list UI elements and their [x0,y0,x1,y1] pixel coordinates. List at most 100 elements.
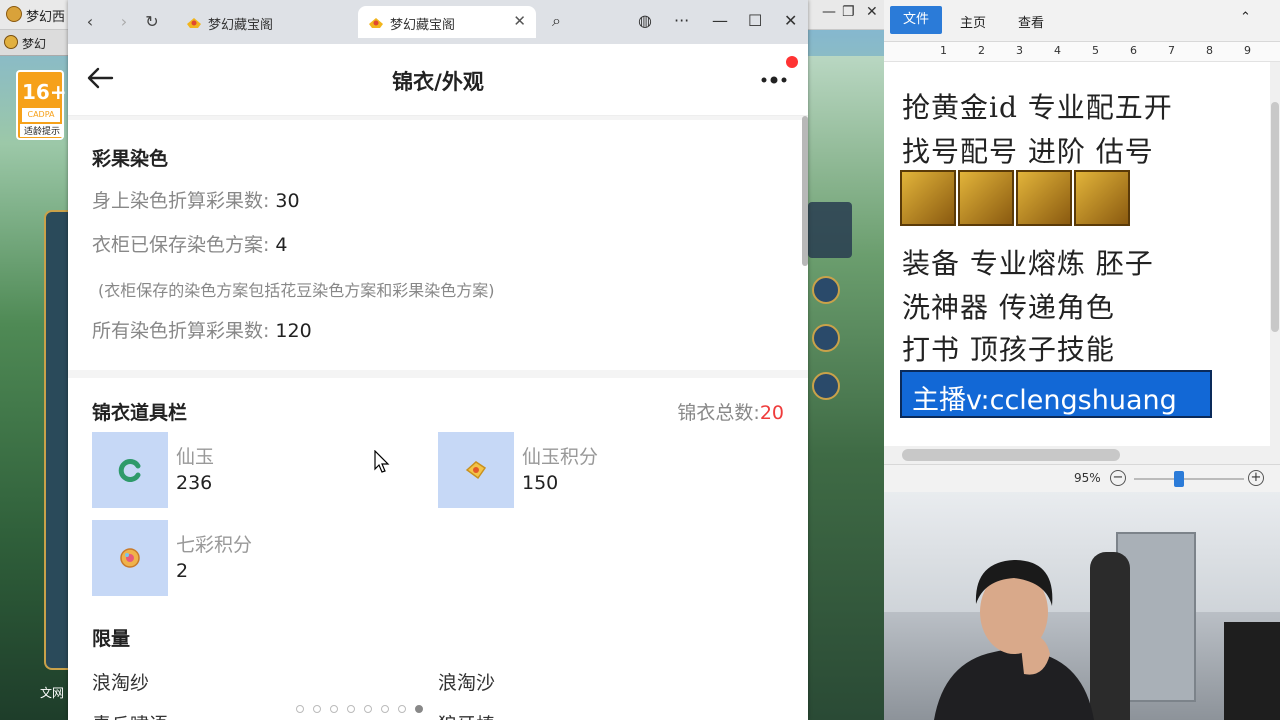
notification-dot [786,56,798,68]
browser-window: ‹ › ↻ 梦幻藏宝阁 梦幻藏宝阁 ✕ ⌕ ◍ ··· — ☐ ✕ 锦衣/外观 [68,0,808,720]
ribbon-tab-home[interactable]: 主页 [960,12,986,31]
game-floating-panel [808,202,852,258]
age-rating-tip: 适龄提示 [20,124,64,137]
game-side-button-3[interactable] [812,372,840,400]
limited-item[interactable]: 青丘啸语 [92,710,168,720]
forward-nav-icon[interactable]: › [114,12,134,31]
doc-line: 找号配号 进阶 估号 [902,135,1154,168]
game-side-panel [44,210,68,670]
ribbon-tab-view[interactable]: 查看 [1018,12,1044,31]
document-ruler: 1 2 3 4 5 6 7 8 9 [884,42,1280,62]
ruler-mark: 9 [1244,44,1251,57]
game-side-button-1[interactable] [812,276,840,304]
pager-dot[interactable] [364,705,372,713]
tab-cbg-1[interactable]: 梦幻藏宝阁 [176,6,352,38]
jade-icon [118,459,141,482]
doc-vertical-scrollbar[interactable] [1270,62,1280,446]
age-rating-badge: 16+ CADPA 适龄提示 [16,70,67,140]
pager-dot[interactable] [381,705,389,713]
prop-value: 2 [176,560,189,582]
pager-dot[interactable] [313,705,321,713]
seal-images [900,170,1132,228]
age-rating-org: CADPA [22,108,60,122]
prop-item[interactable]: 仙玉积分 150 [438,432,738,510]
scroll-thumb[interactable] [1271,102,1279,332]
dye-section: 彩果染色 身上染色折算彩果数: 30 衣柜已保存染色方案: 4 (衣柜保存的染色方案… [68,120,808,370]
search-icon[interactable]: ⌕ [552,11,561,31]
tab-cbg-2[interactable]: 梦幻藏宝阁 ✕ [358,6,536,38]
limited-item[interactable]: 狼牙棒 [438,710,495,720]
dye-total-row: 所有染色折算彩果数: 120 [92,316,312,343]
page-header: 锦衣/外观 [68,44,808,116]
page-scrollbar[interactable] [802,116,808,266]
carousel-pager [296,698,456,713]
back-nav-icon[interactable]: ‹ [80,12,100,31]
share-more-icon[interactable] [758,64,794,94]
pager-dot[interactable] [415,705,423,713]
ruler-mark: 3 [1016,44,1023,57]
age-rating-number: 16+ [22,80,67,104]
scroll-thumb[interactable] [902,449,1120,461]
ruler-mark: 7 [1168,44,1175,57]
game-tab-title: 梦幻 [22,37,47,51]
document-page[interactable]: 抢黄金id 专业配五开 找号配号 进阶 估号 装备 专业熔炼 胚子 洗神器 传递… [884,62,1270,446]
dye-saved-plans-row: 衣柜已保存染色方案: 4 [92,230,288,257]
minimize-button[interactable]: — [712,11,728,30]
doc-line: 装备 专业熔炼 胚子 [902,247,1154,280]
seal-icon [1016,170,1072,226]
dye-body-count-row: 身上染色折算彩果数: 30 [92,186,300,213]
doc-horizontal-scrollbar[interactable] [884,446,1280,464]
pager-dot[interactable] [330,705,338,713]
tab-label: 梦幻藏宝阁 [208,18,274,33]
dye-note: (衣柜保存的染色方案包括花豆染色方案和彩果染色方案) [98,281,495,300]
tab-close-icon[interactable]: ✕ [513,12,526,30]
game-side-button-2[interactable] [812,324,840,352]
zoom-in-button[interactable]: + [1248,470,1264,486]
reload-icon[interactable]: ↻ [142,12,162,31]
seal-icon [1074,170,1130,226]
doc-statusbar: 95% − + [884,464,1280,492]
props-section-title: 锦衣道具栏 [92,402,188,424]
ruler-mark: 8 [1206,44,1213,57]
highlighted-contact: 主播v:cclengshuang [900,370,1212,418]
game-right-area [808,56,884,720]
tab-label: 梦幻藏宝阁 [390,18,456,33]
webcam-monitor [1224,622,1280,720]
game-close-button[interactable]: ✕ [866,4,878,20]
game-minimize-button[interactable]: — [822,4,836,20]
page-content: 彩果染色 身上染色折算彩果数: 30 衣柜已保存染色方案: 4 (衣柜保存的染色方案… [68,116,808,720]
seal-icon [900,170,956,226]
prop-thumbnail [92,520,168,596]
ruler-mark: 6 [1130,44,1137,57]
close-button[interactable]: ✕ [784,11,797,30]
ribbon-tab-file[interactable]: 文件 [890,6,942,34]
maximize-button[interactable]: ☐ [748,11,762,30]
zoom-out-button[interactable]: − [1110,470,1126,486]
zoom-slider[interactable] [1134,478,1244,480]
prop-thumbnail [92,432,168,508]
pager-dot[interactable] [296,705,304,713]
zoom-slider-handle[interactable] [1174,471,1184,487]
globe-icon[interactable]: ◍ [638,11,652,30]
limited-item[interactable]: 浪淘纱 [92,668,149,695]
mouse-cursor-icon [374,450,390,473]
dye-body-count-label: 身上染色折算彩果数: [92,190,270,212]
dye-total-value: 120 [275,320,312,342]
pager-dot[interactable] [347,705,355,713]
page-title: 锦衣/外观 [392,70,484,94]
browser-tab-bar: ‹ › ↻ 梦幻藏宝阁 梦幻藏宝阁 ✕ ⌕ ◍ ··· — ☐ ✕ [68,0,808,44]
webcam-feed [884,492,1280,720]
prop-item[interactable]: 七彩积分 2 [92,520,392,598]
limited-item[interactable]: 浪淘沙 [438,668,495,695]
ribbon-collapse-icon[interactable]: ⌃ [1240,10,1251,25]
dye-saved-plans-value: 4 [275,234,288,256]
prop-item[interactable]: 仙玉 236 [92,432,392,510]
more-menu-icon[interactable]: ··· [674,11,689,30]
props-total-value: 20 [759,402,784,424]
prop-thumbnail [438,432,514,508]
pager-dot[interactable] [398,705,406,713]
zoom-level: 95% [1074,471,1101,485]
game-tab[interactable]: 梦幻 [0,30,68,56]
game-restore-button[interactable]: ❐ [842,4,855,20]
ruler-mark: 2 [978,44,985,57]
